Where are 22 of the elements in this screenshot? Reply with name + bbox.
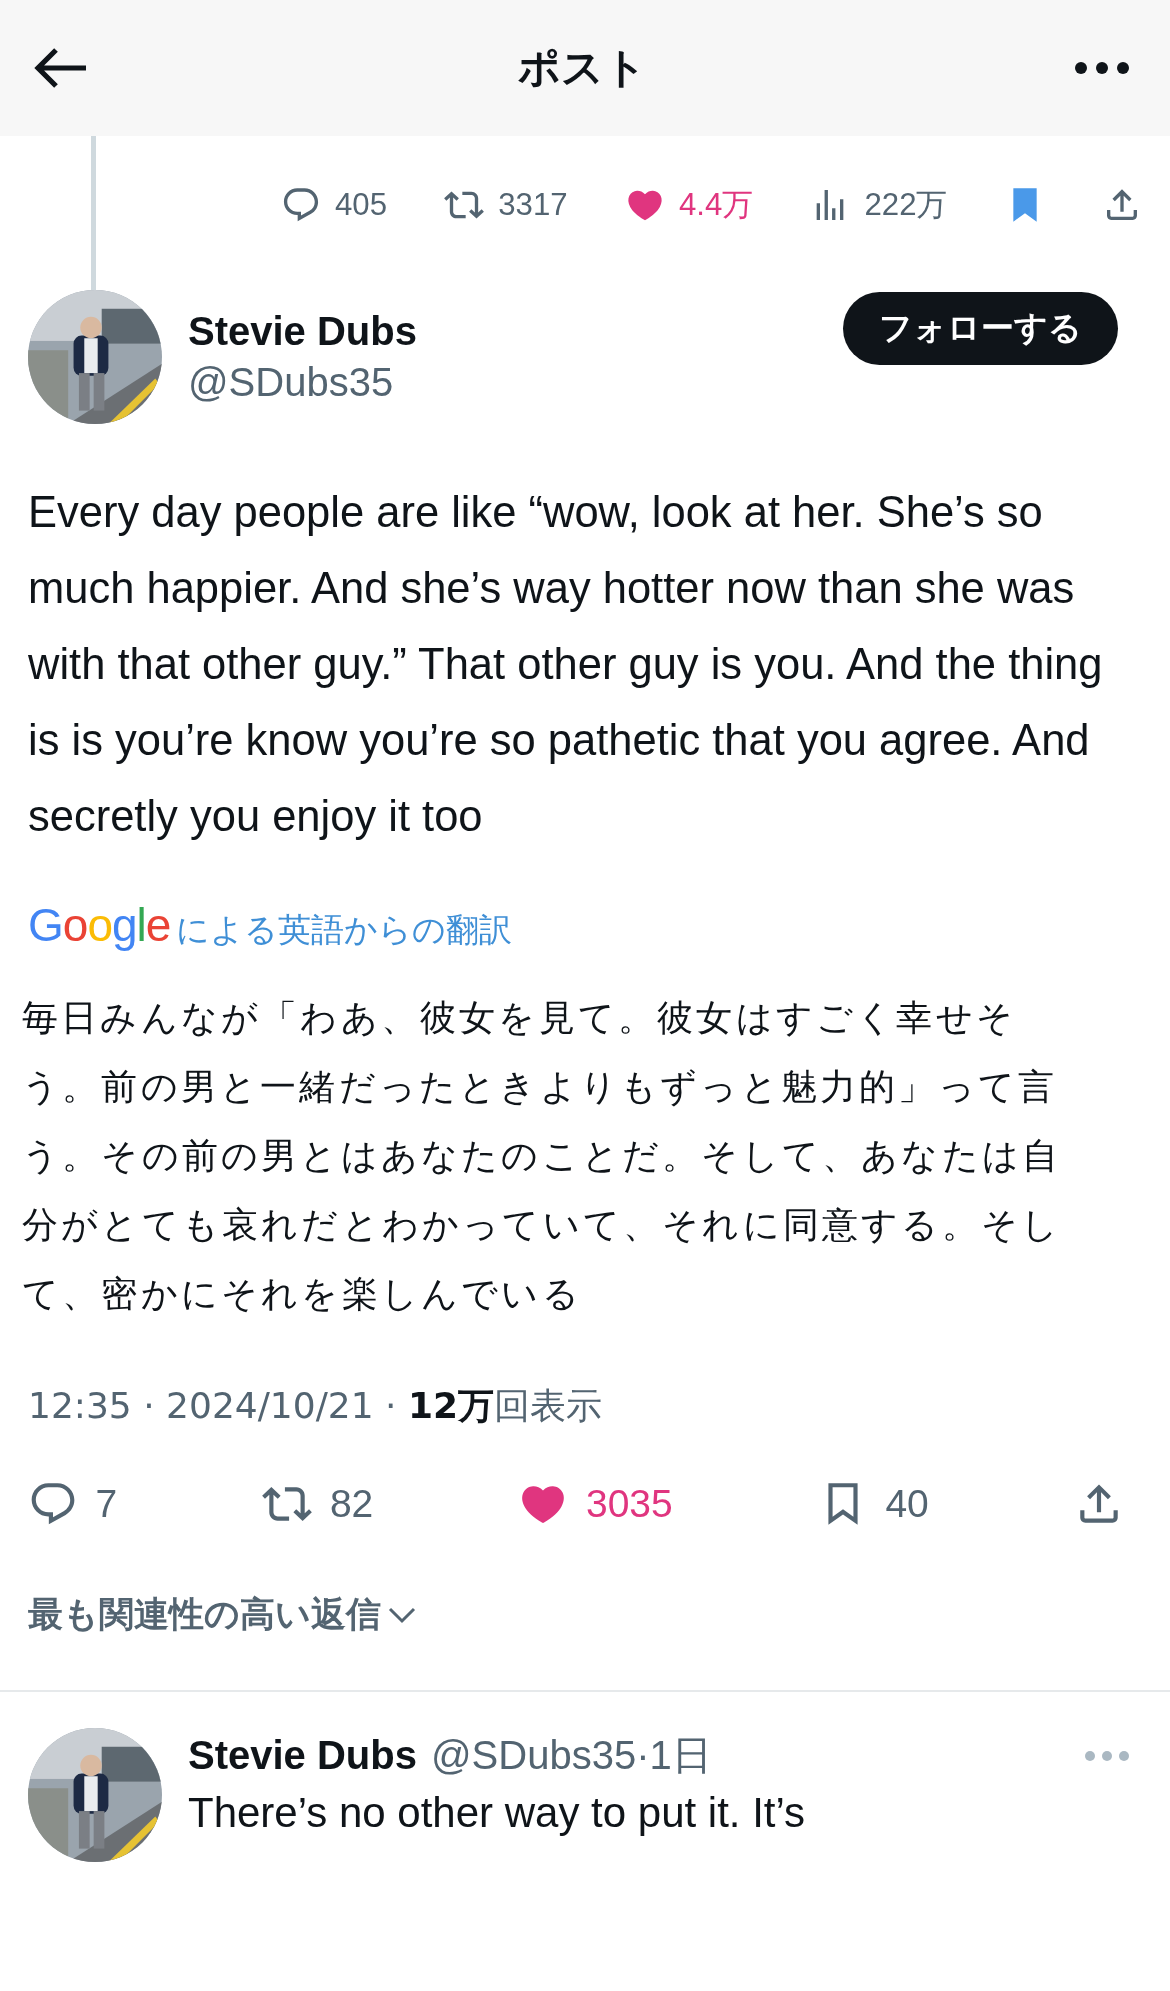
reply-author-name: Stevie Dubs	[188, 1733, 417, 1778]
author-name: Stevie Dubs	[188, 309, 418, 354]
translation-link[interactable]: による英語からの翻訳	[176, 908, 513, 953]
follow-button[interactable]: フォローする	[843, 292, 1118, 365]
translated-text: 毎日みんなが「わあ、彼女を見て。彼女はすごく幸せそう。前の男と一緒だったときよりもずっと魅力的」って言う。その前の男とはあなたのことだ。そして、あなたは自分がとても哀れだとわかっていて、それに同意する。そして、密かにそれを楽しんでいる	[22, 996, 1063, 1316]
reply-count: 7	[95, 1482, 118, 1526]
reply-meta: @SDubs35·1日	[430, 1732, 713, 1779]
replies-sort-dropdown[interactable]: 最も関連性の高い返信	[28, 1591, 417, 1638]
page-title: ポスト	[517, 43, 647, 93]
like-count: 4.4万	[678, 186, 754, 224]
views-count: 222万	[864, 186, 948, 224]
repost-count: 3317	[498, 187, 568, 223]
more-icon[interactable]	[1074, 61, 1130, 75]
author-handle: @SDubs35	[188, 360, 395, 405]
post-text: Every day people are like “wow, look at her. She’s so much happier. And she’s way hotter now than she was with that other guy.” That other guy is you. And the thing is is you’re know you’re so pathetic that you agree. And secretly you enjoy it too	[28, 487, 1104, 842]
reply-text: There’s no other way to put it. It’s	[188, 1789, 807, 1837]
like-count: 3035	[585, 1482, 673, 1526]
post-meta: 12:35 · 2024/10/21 · 12万回表示	[28, 1384, 603, 1428]
reply-count: 405	[335, 187, 388, 223]
google-logo: Google	[28, 898, 171, 952]
repost-count: 82	[329, 1482, 374, 1526]
bookmark-count: 40	[885, 1482, 929, 1526]
